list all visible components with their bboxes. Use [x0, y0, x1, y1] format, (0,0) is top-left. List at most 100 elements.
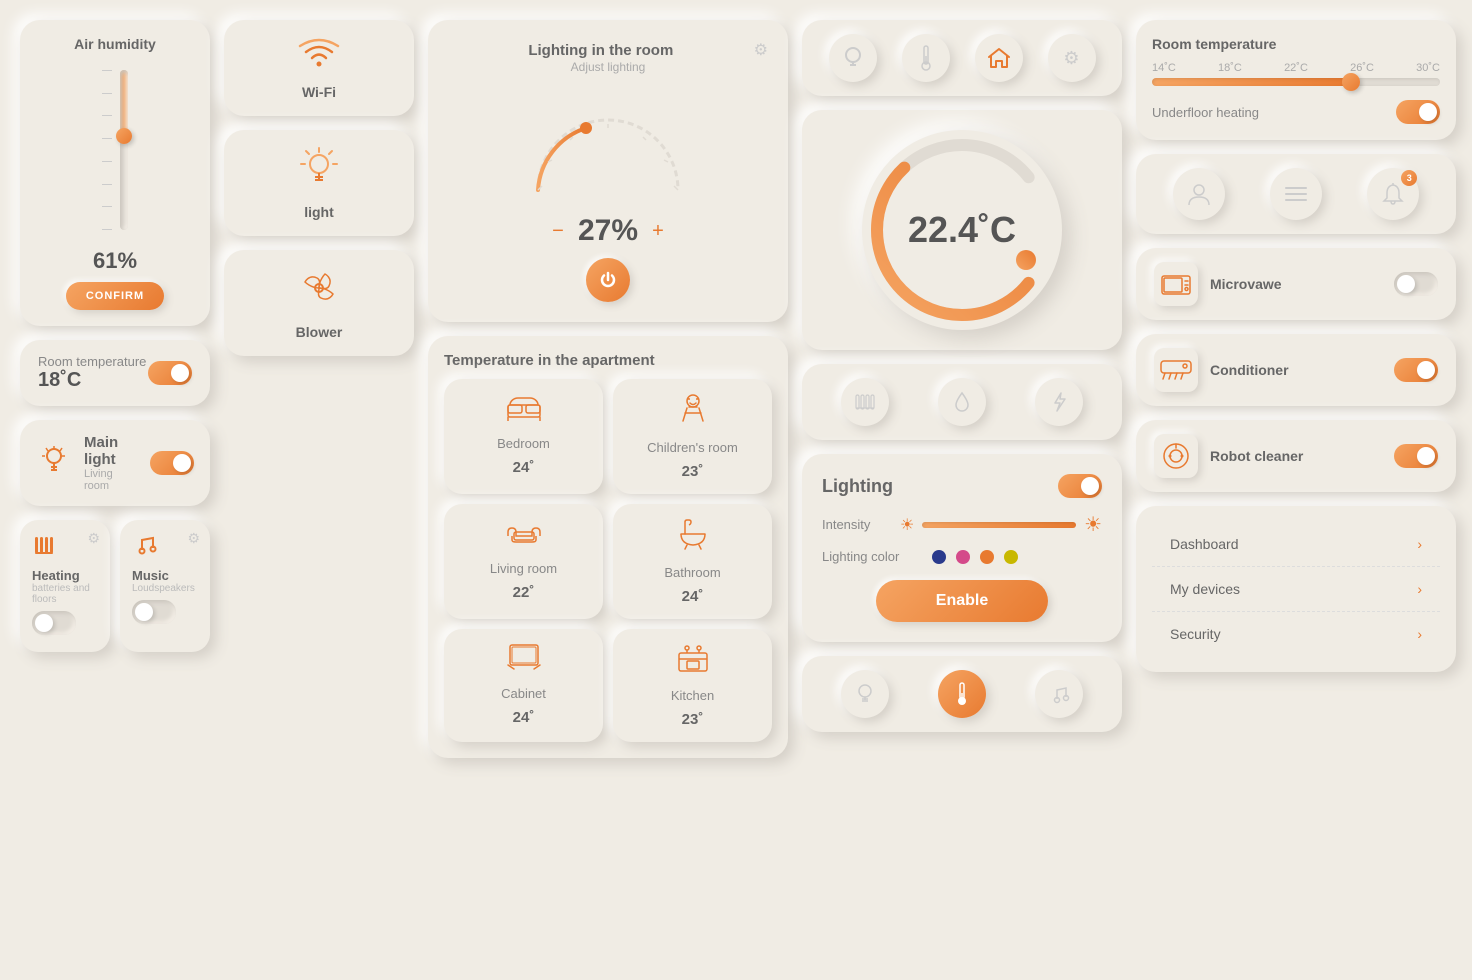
humidity-value: 61%	[93, 248, 137, 274]
thermostat-card: 22.4˚C	[802, 110, 1122, 350]
tick	[102, 229, 112, 230]
bedroom-name: Bedroom	[497, 436, 550, 451]
thermometer-bottom-button[interactable]	[938, 670, 986, 718]
room-temp-right-title: Room temperature	[1152, 36, 1440, 52]
temp-14: 14˚C	[1152, 62, 1176, 74]
settings-top-button[interactable]: ⚙	[1048, 34, 1096, 82]
light-device-label: light	[304, 204, 334, 220]
color-dot-blue[interactable]	[932, 550, 946, 564]
lighting-arc-container[interactable]	[518, 90, 698, 200]
tick	[102, 115, 112, 116]
humidity-slider[interactable]	[120, 70, 128, 230]
devices-label: My devices	[1170, 581, 1240, 597]
cabinet-name: Cabinet	[501, 686, 546, 701]
wifi-label: Wi-Fi	[302, 84, 336, 100]
tick	[102, 138, 112, 139]
menu-card: Dashboard › My devices › Security ›	[1136, 506, 1456, 672]
bottom-mode-icons	[802, 364, 1122, 440]
thermostat-dial[interactable]: 22.4˚C	[862, 130, 1062, 330]
column-3: Lighting in the room ⚙ Adjust lighting	[428, 20, 788, 758]
main-light-icon	[36, 442, 72, 485]
room-temp-toggle[interactable]	[148, 361, 192, 385]
cabinet-card[interactable]: Cabinet 24˚	[444, 629, 603, 742]
childrens-room-temp: 23˚	[682, 463, 704, 480]
heating-gear-icon[interactable]: ⚙	[87, 530, 100, 547]
childrens-room-card[interactable]: Children's room 23˚	[613, 379, 772, 494]
bulb-bottom-button[interactable]	[841, 670, 889, 718]
lighting-minus-button[interactable]: −	[546, 219, 570, 243]
lighting-room-card: Lighting in the room ⚙ Adjust lighting	[428, 20, 788, 322]
heating-toggle[interactable]	[32, 611, 76, 635]
bedroom-card[interactable]: Bedroom 24˚	[444, 379, 603, 494]
blower-icon	[297, 266, 341, 318]
kitchen-card[interactable]: Kitchen 23˚	[613, 629, 772, 742]
lighting-plus-button[interactable]: +	[646, 219, 670, 243]
thermometer-button[interactable]	[902, 34, 950, 82]
music-toggle[interactable]	[132, 600, 176, 624]
tick	[102, 93, 112, 94]
tick	[102, 70, 112, 71]
room-temp-info: Room temperature 18˚C	[38, 354, 146, 392]
dashboard-chevron-icon: ›	[1417, 536, 1422, 552]
temp-scale: 14˚C 18˚C 22˚C 26˚C 30˚C	[1152, 62, 1440, 74]
color-dot-orange[interactable]	[980, 550, 994, 564]
home-button[interactable]	[975, 34, 1023, 82]
temperature-section-title: Temperature in the apartment	[444, 352, 772, 369]
lighting-panel-toggle[interactable]	[1058, 474, 1102, 498]
lighting-value: 27%	[578, 214, 638, 248]
notification-button[interactable]: 3	[1367, 168, 1419, 220]
robot-cleaner-toggle[interactable]	[1394, 444, 1438, 468]
room-temp-scale-card: Room temperature 14˚C 18˚C 22˚C 26˚C 30˚…	[1136, 20, 1456, 140]
intensity-track[interactable]	[922, 522, 1076, 528]
wifi-card: Wi-Fi	[224, 20, 414, 116]
devices-chevron-icon: ›	[1417, 581, 1422, 597]
security-chevron-icon: ›	[1417, 626, 1422, 642]
user-profile-button[interactable]	[1173, 168, 1225, 220]
enable-button[interactable]: Enable	[876, 580, 1048, 622]
air-humidity-card: Air humidity 61% CONFIRM	[20, 20, 210, 326]
radiator-button[interactable]	[841, 378, 889, 426]
music-gear-icon[interactable]: ⚙	[187, 530, 200, 547]
bathroom-card[interactable]: Bathroom 24˚	[613, 504, 772, 619]
tick	[102, 161, 112, 162]
bathroom-temp: 24˚	[682, 588, 704, 605]
heating-label: Heating	[32, 568, 98, 583]
main-light-info: Main light Living room	[84, 434, 138, 492]
temperature-bar[interactable]	[1152, 78, 1440, 86]
microwave-toggle[interactable]	[1394, 272, 1438, 296]
droplet-button[interactable]	[938, 378, 986, 426]
childrens-room-icon	[675, 393, 711, 432]
bulb-button[interactable]	[829, 34, 877, 82]
color-dot-pink[interactable]	[956, 550, 970, 564]
cabinet-temp: 24˚	[513, 709, 535, 726]
underfloor-toggle[interactable]	[1396, 100, 1440, 124]
lightning-button[interactable]	[1035, 378, 1083, 426]
lighting-power-button[interactable]	[586, 258, 630, 302]
lighting-value-row: − 27% +	[546, 214, 670, 248]
bottom-activity-icons	[802, 656, 1122, 732]
color-dot-yellow[interactable]	[1004, 550, 1018, 564]
bedroom-icon	[506, 393, 542, 428]
menu-item-security[interactable]: Security ›	[1152, 612, 1440, 656]
column-4: ⚙	[802, 20, 1122, 758]
intensity-label: Intensity	[822, 517, 892, 532]
menu-item-dashboard[interactable]: Dashboard ›	[1152, 522, 1440, 567]
main-light-toggle[interactable]	[150, 451, 194, 475]
color-row: Lighting color	[822, 549, 1102, 564]
living-room-card[interactable]: Living room 22˚	[444, 504, 603, 619]
microwave-name: Microvawe	[1210, 276, 1382, 292]
living-room-temp: 22˚	[513, 584, 535, 601]
conditioner-toggle[interactable]	[1394, 358, 1438, 382]
underfloor-label: Underfloor heating	[1152, 105, 1259, 120]
kitchen-name: Kitchen	[671, 688, 714, 703]
menu-button[interactable]	[1270, 168, 1322, 220]
menu-item-devices[interactable]: My devices ›	[1152, 567, 1440, 612]
lighting-room-title: Lighting in the room	[528, 42, 673, 59]
settings-icon[interactable]: ⚙	[754, 40, 768, 60]
music-label: Music	[132, 568, 198, 583]
confirm-button[interactable]: CONFIRM	[66, 282, 164, 310]
dashboard-label: Dashboard	[1170, 536, 1239, 552]
music-bottom-button[interactable]	[1035, 670, 1083, 718]
room-grid: Bedroom 24˚	[444, 379, 772, 742]
main-light-card: Main light Living room	[20, 420, 210, 506]
